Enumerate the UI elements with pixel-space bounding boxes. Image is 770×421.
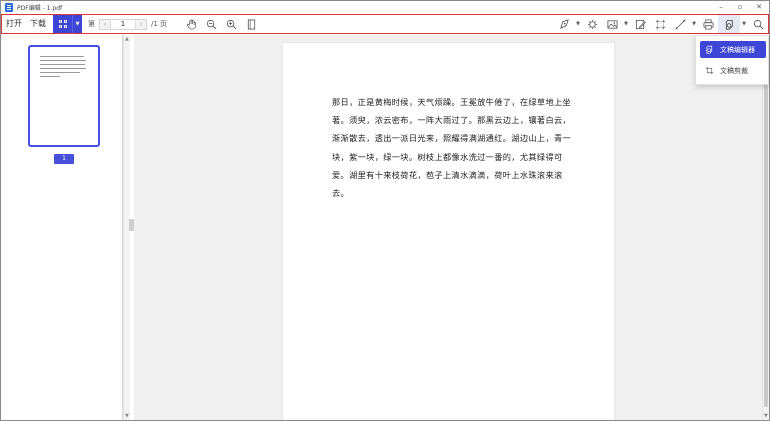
page-thumbnail[interactable]	[28, 45, 100, 147]
title-bar: PDF编辑 - 1.pdf – ▫ ✕	[1, 1, 769, 13]
view-dropdown-caret[interactable]: ▼	[72, 15, 82, 33]
toolbar: 打开 下载 ▼ 第 ‹ 1 › /1 页 ▼ ▼ ▼ ▼	[1, 14, 769, 34]
doc-edit-dropdown-menu: 文稿编辑器 文稿剪裁	[695, 35, 769, 85]
download-button[interactable]: 下载	[26, 15, 50, 33]
page-navigator: ‹ 1 ›	[99, 18, 147, 30]
page-total-label: /1 页	[151, 20, 168, 28]
scroll-down-icon[interactable]: ▼	[125, 413, 129, 419]
restore-button[interactable]: ▫	[736, 1, 744, 13]
doc-edit-button[interactable]	[718, 15, 740, 33]
doc-edit-dropdown-caret[interactable]: ▼	[740, 21, 748, 27]
doc-edit-icon	[725, 19, 733, 29]
menu-item-label: 文稿剪裁	[720, 66, 748, 75]
open-button[interactable]: 打开	[2, 15, 26, 33]
fit-page-icon[interactable]	[241, 15, 261, 33]
doc-edit-icon	[706, 45, 713, 54]
scroll-up-icon[interactable]: ▲	[125, 36, 129, 42]
pdf-page[interactable]: 那日，正是黄梅时候，天气烦躁。王冕放牛倦了，在绿草地上坐著。须臾，浓云密布，一阵…	[283, 43, 614, 420]
line-dropdown-caret[interactable]: ▼	[690, 21, 698, 27]
pen-dropdown-caret[interactable]: ▼	[574, 21, 582, 27]
image-dropdown-caret[interactable]: ▼	[622, 21, 630, 27]
prev-page-icon[interactable]: ‹	[100, 21, 110, 28]
document-scrollbar[interactable]: ▲ ▼	[762, 35, 769, 420]
window-title: PDF编辑 - 1.pdf	[17, 4, 63, 12]
print-icon[interactable]	[698, 15, 718, 33]
scroll-down-icon[interactable]: ▼	[764, 413, 768, 419]
hand-icon[interactable]	[181, 15, 201, 33]
menu-item-label: 文稿编辑器	[720, 45, 755, 54]
zoom-out-icon[interactable]	[201, 15, 221, 33]
page-prefix-label: 第	[88, 20, 95, 28]
grid-icon	[58, 20, 67, 28]
zoom-in-icon[interactable]	[221, 15, 241, 33]
right-toolbar-group: ▼ ▼ ▼ ▼	[554, 15, 768, 33]
highlight-icon[interactable]	[582, 15, 602, 33]
thumbnail-view-button[interactable]	[53, 15, 72, 33]
image-icon[interactable]	[602, 15, 622, 33]
edit-note-icon[interactable]	[630, 15, 650, 33]
search-icon[interactable]	[748, 15, 768, 33]
crop-icon	[705, 66, 714, 75]
thumbnail-page-number: 1	[54, 154, 74, 164]
minimize-button[interactable]: –	[717, 1, 725, 13]
close-button[interactable]: ✕	[755, 1, 763, 13]
scrollbar-thumb[interactable]	[764, 45, 768, 407]
next-page-icon[interactable]: ›	[136, 21, 146, 28]
thumbnail-panel: 1	[1, 35, 123, 420]
menu-item-doc-editor[interactable]: 文稿编辑器	[700, 41, 766, 58]
thumbnail-text-preview	[40, 56, 86, 80]
app-logo-icon	[5, 2, 13, 12]
document-viewport: 那日，正是黄梅时候，天气烦躁。王冕放牛倦了，在绿草地上坐著。须臾，浓云密布，一阵…	[134, 35, 762, 420]
pen-icon[interactable]	[554, 15, 574, 33]
page-paragraph[interactable]: 那日，正是黄梅时候，天气烦躁。王冕放牛倦了，在绿草地上坐著。须臾，浓云密布，一阵…	[332, 93, 572, 202]
menu-item-doc-crop[interactable]: 文稿剪裁	[700, 62, 766, 79]
crop-icon[interactable]	[650, 15, 670, 33]
page-number-input[interactable]: 1	[110, 19, 136, 29]
line-icon[interactable]	[670, 15, 690, 33]
window-controls: – ▫ ✕	[717, 1, 763, 13]
